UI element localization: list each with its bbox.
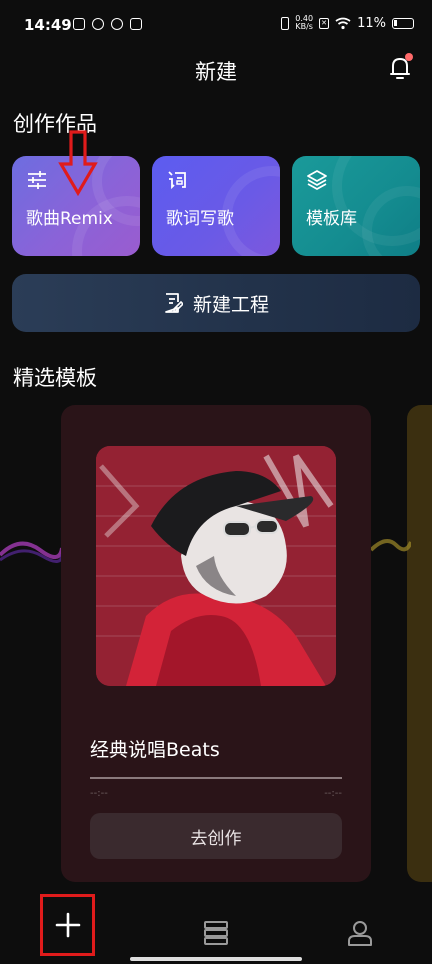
template-name: 经典说唱Beats [90,739,220,761]
list-icon[interactable] [203,920,229,946]
wifi-icon [335,17,351,29]
document-edit-icon [165,293,183,313]
status-bar: 14:49 0.40 KB/s ✕ 11% [0,0,432,50]
new-project-button[interactable]: 新建工程 [12,274,420,332]
vibrate-icon [281,16,290,30]
template-time-end: --:-- [324,788,342,799]
notification-icon [111,18,123,30]
template-library-card[interactable]: 模板库 [292,156,420,256]
notification-icon [92,18,104,30]
remix-card-label: 歌曲Remix [26,209,113,229]
status-right: 0.40 KB/s ✕ 11% [281,15,414,31]
battery-icon [392,17,414,29]
sim-icon: ✕ [319,17,330,29]
template-progress-bar[interactable] [90,777,342,779]
template-library-card-label: 模板库 [306,209,357,229]
net-speed: 0.40 KB/s [295,14,314,31]
annotation-arrow-icon [58,130,98,196]
page-title: 新建 [195,60,237,84]
sliders-icon [28,171,46,189]
wave-decoration [371,539,411,552]
plus-icon [55,912,80,938]
wave-decoration [0,541,62,563]
bottom-nav [0,890,432,964]
template-card[interactable]: 经典说唱Beats --:-- --:-- 去创作 [61,405,371,882]
battery-percent: 11% [357,15,386,31]
go-create-button[interactable]: 去创作 [90,813,342,859]
notification-icons [73,18,142,30]
next-template-card[interactable] [407,405,432,882]
home-indicator[interactable] [130,957,302,961]
notification-dot [405,53,413,61]
layers-icon [307,170,327,190]
status-time: 14:49 [24,16,72,34]
templates-section-title: 精选模板 [13,366,97,390]
profile-icon[interactable] [347,920,373,946]
nav-create-button[interactable] [40,894,95,956]
template-cover-image [96,446,336,686]
notification-icon [73,18,85,30]
lyrics-card-label: 歌词写歌 [166,209,234,229]
new-project-label: 新建工程 [192,293,269,316]
calendar-icon [130,18,142,30]
lyrics-card[interactable]: 歌词写歌 [152,156,280,256]
template-time-start: --:-- [90,788,108,799]
lyrics-icon [168,171,186,190]
